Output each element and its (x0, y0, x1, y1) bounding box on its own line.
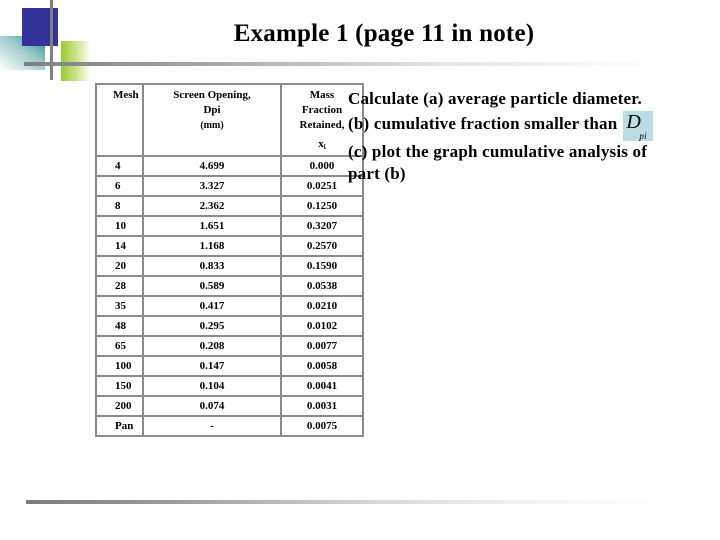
table-row: 48 0.295 0.0102 (95, 315, 364, 337)
cell-fraction: 0.1590 (280, 255, 364, 277)
cell-opening: 0.589 (142, 275, 282, 297)
cell-mesh: 14 (95, 235, 144, 257)
table-row: 65 0.208 0.0077 (95, 335, 364, 357)
cell-mesh: 20 (95, 255, 144, 277)
cell-fraction: 0.0102 (280, 315, 364, 337)
table-row: 20 0.833 0.1590 (95, 255, 364, 277)
cell-fraction: 0.0210 (280, 295, 364, 317)
cell-mesh: 4 (95, 155, 144, 177)
cell-fraction: 0.0077 (280, 335, 364, 357)
cell-opening: 0.104 (142, 375, 282, 397)
table-row: 28 0.589 0.0538 (95, 275, 364, 297)
cell-opening: 1.168 (142, 235, 282, 257)
question-line-b: (b) cumulative fraction smaller than Dpi (348, 110, 718, 141)
cell-mesh: Pan (95, 415, 144, 437)
cell-fraction: 0.0075 (280, 415, 364, 437)
cell-fraction: 0.0041 (280, 375, 364, 397)
cell-opening: 0.833 (142, 255, 282, 277)
table-row: 6 3.327 0.0251 (95, 175, 364, 197)
question-line-c: (c) plot the graph cumulative analysis o… (348, 141, 648, 161)
cell-fraction: 0.2570 (280, 235, 364, 257)
header-screen-opening: Screen Opening, Dpi (mm) (142, 83, 282, 157)
title-underline-rule (24, 62, 664, 66)
question-line-a: Calculate (a) average particle diameter. (348, 89, 642, 108)
cell-mesh: 6 (95, 175, 144, 197)
cell-opening: 2.362 (142, 195, 282, 217)
cell-opening: 0.295 (142, 315, 282, 337)
table-row: 4 4.699 0.000 (95, 155, 364, 177)
cell-fraction: 0.1250 (280, 195, 364, 217)
cell-fraction: 0.0058 (280, 355, 364, 377)
cell-opening: 0.074 (142, 395, 282, 417)
cell-mesh: 200 (95, 395, 144, 417)
formula-subscript: pi (639, 130, 647, 141)
header-opening-line1: Screen Opening, (173, 89, 251, 101)
cell-opening: 0.417 (142, 295, 282, 317)
cell-mesh: 100 (95, 355, 144, 377)
dpi-formula-image: Dpi (623, 110, 654, 141)
cell-mesh: 28 (95, 275, 144, 297)
cell-opening: 1.651 (142, 215, 282, 237)
question-line-d: part (b) (348, 164, 406, 183)
cell-mesh: 8 (95, 195, 144, 217)
table-row: Pan -0.0075 (95, 415, 364, 437)
header-opening-line3: (mm) (200, 120, 224, 131)
table-row: 100 0.147 0.0058 (95, 355, 364, 377)
fraction-subscript: i (323, 143, 326, 151)
cell-opening: 4.699 (142, 155, 282, 177)
cell-mesh: 150 (95, 375, 144, 397)
table-row: 10 1.651 0.3207 (95, 215, 364, 237)
cell-mesh: 65 (95, 335, 144, 357)
table-body: 4 4.699 0.000 6 3.327 0.0251 8 2.362 0.1250 10 1.6… (95, 155, 364, 437)
cell-opening: 3.327 (142, 175, 282, 197)
cell-mesh: 48 (95, 315, 144, 337)
cell-fraction: 0.3207 (280, 215, 364, 237)
cell-opening: 0.208 (142, 335, 282, 357)
question-text: Calculate (a) average particle diameter.… (348, 88, 718, 186)
header-opening-line2: Dpi (203, 104, 221, 116)
header-mesh-label: Mesh (113, 89, 139, 101)
table-header-row: Mesh Screen Opening, Dpi (mm) Mass Fract… (95, 83, 364, 157)
cell-mesh: 10 (95, 215, 144, 237)
slide-title: Example 1 (page 11 in note) (233, 20, 535, 47)
footer-rule (26, 500, 666, 504)
table-row: 150 0.104 0.0041 (95, 375, 364, 397)
table-row: 35 0.417 0.0210 (95, 295, 364, 317)
cell-opening: - (142, 415, 282, 437)
cell-fraction: 0.0538 (280, 275, 364, 297)
header-mesh: Mesh (95, 83, 144, 157)
table-row: 200 0.074 0.0031 (95, 395, 364, 417)
table-row: 8 2.362 0.1250 (95, 195, 364, 217)
table-row: 14 1.168 0.2570 (95, 235, 364, 257)
sieve-analysis-table: Mesh Screen Opening, Dpi (mm) Mass Fract… (95, 83, 364, 437)
cell-mesh: 35 (95, 295, 144, 317)
cell-fraction: 0.0031 (280, 395, 364, 417)
question-line-b-text: (b) cumulative fraction smaller than (348, 113, 618, 133)
cell-opening: 0.147 (142, 355, 282, 377)
